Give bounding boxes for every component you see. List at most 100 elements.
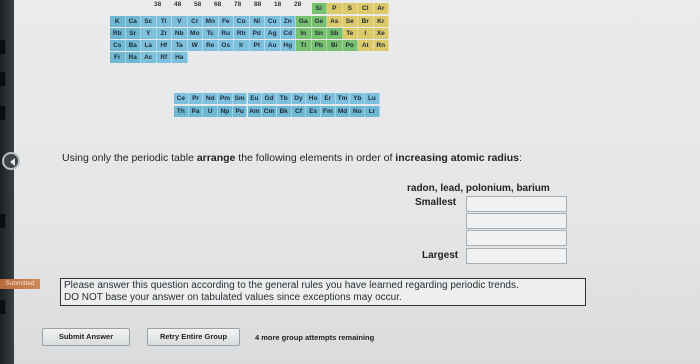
element-cell: Sn — [311, 28, 327, 39]
element-cell: Tm — [335, 93, 351, 104]
answer-input-3[interactable] — [466, 230, 567, 246]
element-cell: Mn — [203, 16, 219, 27]
element-cell: Rn — [373, 40, 389, 51]
element-cell: In — [296, 28, 312, 39]
element-cell: Cr — [187, 16, 203, 27]
edge-mark — [0, 300, 5, 314]
collapse-arrow-icon[interactable] — [2, 152, 20, 170]
retry-group-button[interactable]: Retry Entire Group — [147, 328, 240, 346]
edge-mark — [0, 106, 5, 120]
header-number: 88 — [254, 1, 262, 8]
question-page: 38 48 58 68 78 88 18 28 K Ca Sc Ti V Cr Mn Fe Co Ni Cu Zn G… — [14, 0, 700, 364]
element-cell: S — [342, 3, 358, 14]
element-cell: Sb — [327, 28, 343, 39]
element-cell: As — [327, 16, 343, 27]
element-cell: Ru — [218, 28, 234, 39]
element-cell: Ge — [311, 16, 327, 27]
submit-answer-button[interactable]: Submit Answer — [42, 328, 130, 346]
element-cell: Br — [358, 16, 374, 27]
header-number: 38 — [154, 1, 162, 8]
element-cell: Ni — [249, 16, 265, 27]
element-cell: Lr — [365, 106, 380, 117]
element-cell: W — [187, 40, 203, 51]
header-number: 18 — [274, 1, 282, 8]
element-cell: Se — [342, 16, 358, 27]
element-cell: I — [358, 28, 374, 39]
element-cell: Kr — [373, 16, 389, 27]
element-cell: Gd — [262, 93, 277, 104]
element-cell: Ha — [172, 52, 188, 63]
answer-input-4[interactable] — [466, 248, 567, 264]
element-cell: Rh — [234, 28, 250, 39]
edge-marks — [0, 0, 14, 364]
element-cell: Pt — [249, 40, 265, 51]
answer-input-1[interactable] — [466, 196, 567, 212]
note-line-2: DO NOT base your answer on tabulated val… — [64, 292, 402, 303]
element-cell: Lu — [365, 93, 380, 104]
element-cell: Fe — [218, 16, 234, 27]
element-cell: Si — [311, 3, 327, 14]
element-cell: Pd — [249, 28, 265, 39]
element-cell: Ho — [306, 93, 321, 104]
edge-mark — [0, 72, 5, 86]
element-cell: Np — [218, 106, 233, 117]
element-cell: Fm — [321, 106, 336, 117]
element-cell: Sr — [125, 28, 141, 39]
element-cell: Sm — [232, 93, 248, 104]
element-cell: Pa — [188, 106, 204, 117]
element-cell: Er — [321, 93, 336, 104]
element-cell: Co — [234, 16, 250, 27]
element-cell: Pb — [311, 40, 327, 51]
element-cell: Po — [342, 40, 358, 51]
element-cell: V — [172, 16, 188, 27]
element-cell: Tl — [296, 40, 312, 51]
element-cell: Re — [203, 40, 219, 51]
header-number: 68 — [214, 1, 222, 8]
element-cell: Rb — [110, 28, 126, 39]
element-cell: Zn — [280, 16, 296, 27]
element-cell: Ca — [125, 16, 141, 27]
element-cell: Sc — [141, 16, 157, 27]
element-cell: Cm — [262, 106, 277, 117]
submitted-tag: Submitted — [0, 279, 40, 289]
element-cell: Th — [174, 106, 189, 117]
element-cell: Os — [218, 40, 234, 51]
element-cell: Te — [342, 28, 358, 39]
header-number: 48 — [174, 1, 182, 8]
element-cell: Yb — [350, 93, 366, 104]
element-cell: Ir — [234, 40, 250, 51]
element-cell: Tc — [203, 28, 219, 39]
element-cell: Pu — [232, 106, 248, 117]
table-header-numbers: 38 48 58 68 78 88 18 28 — [154, 0, 442, 10]
note-line-1: Please answer this question according to… — [64, 280, 519, 291]
element-cell: Ti — [156, 16, 172, 27]
element-cell: La — [141, 40, 157, 51]
largest-label: Largest — [422, 250, 459, 261]
element-cell: Md — [335, 106, 351, 117]
element-cell: Nd — [203, 93, 219, 104]
element-cell: Dy — [291, 93, 307, 104]
element-cell: Cd — [280, 28, 296, 39]
element-cell: Ba — [125, 40, 141, 51]
element-cell: Cf — [291, 106, 307, 117]
element-cell: Xe — [373, 28, 389, 39]
answer-input-2[interactable] — [466, 213, 567, 229]
element-cell: At — [358, 40, 374, 51]
element-cell: Ta — [172, 40, 188, 51]
element-cell: Cu — [265, 16, 281, 27]
elements-list: radon, lead, polonium, barium — [407, 183, 550, 194]
element-cell: U — [203, 106, 219, 117]
element-cell: K — [110, 16, 126, 27]
element-cell: Mo — [187, 28, 203, 39]
element-cell: Pm — [218, 93, 233, 104]
element-cell: P — [327, 3, 343, 14]
element-cell: Ga — [296, 16, 312, 27]
header-number: 78 — [234, 1, 242, 8]
element-cell: Tb — [276, 93, 292, 104]
element-cell: Ce — [174, 93, 189, 104]
element-cell: Ar — [373, 3, 389, 14]
element-cell: Ac — [141, 52, 157, 63]
element-cell: Ag — [265, 28, 281, 39]
element-cell: Bi — [327, 40, 343, 51]
smallest-label: Smallest — [415, 197, 457, 208]
